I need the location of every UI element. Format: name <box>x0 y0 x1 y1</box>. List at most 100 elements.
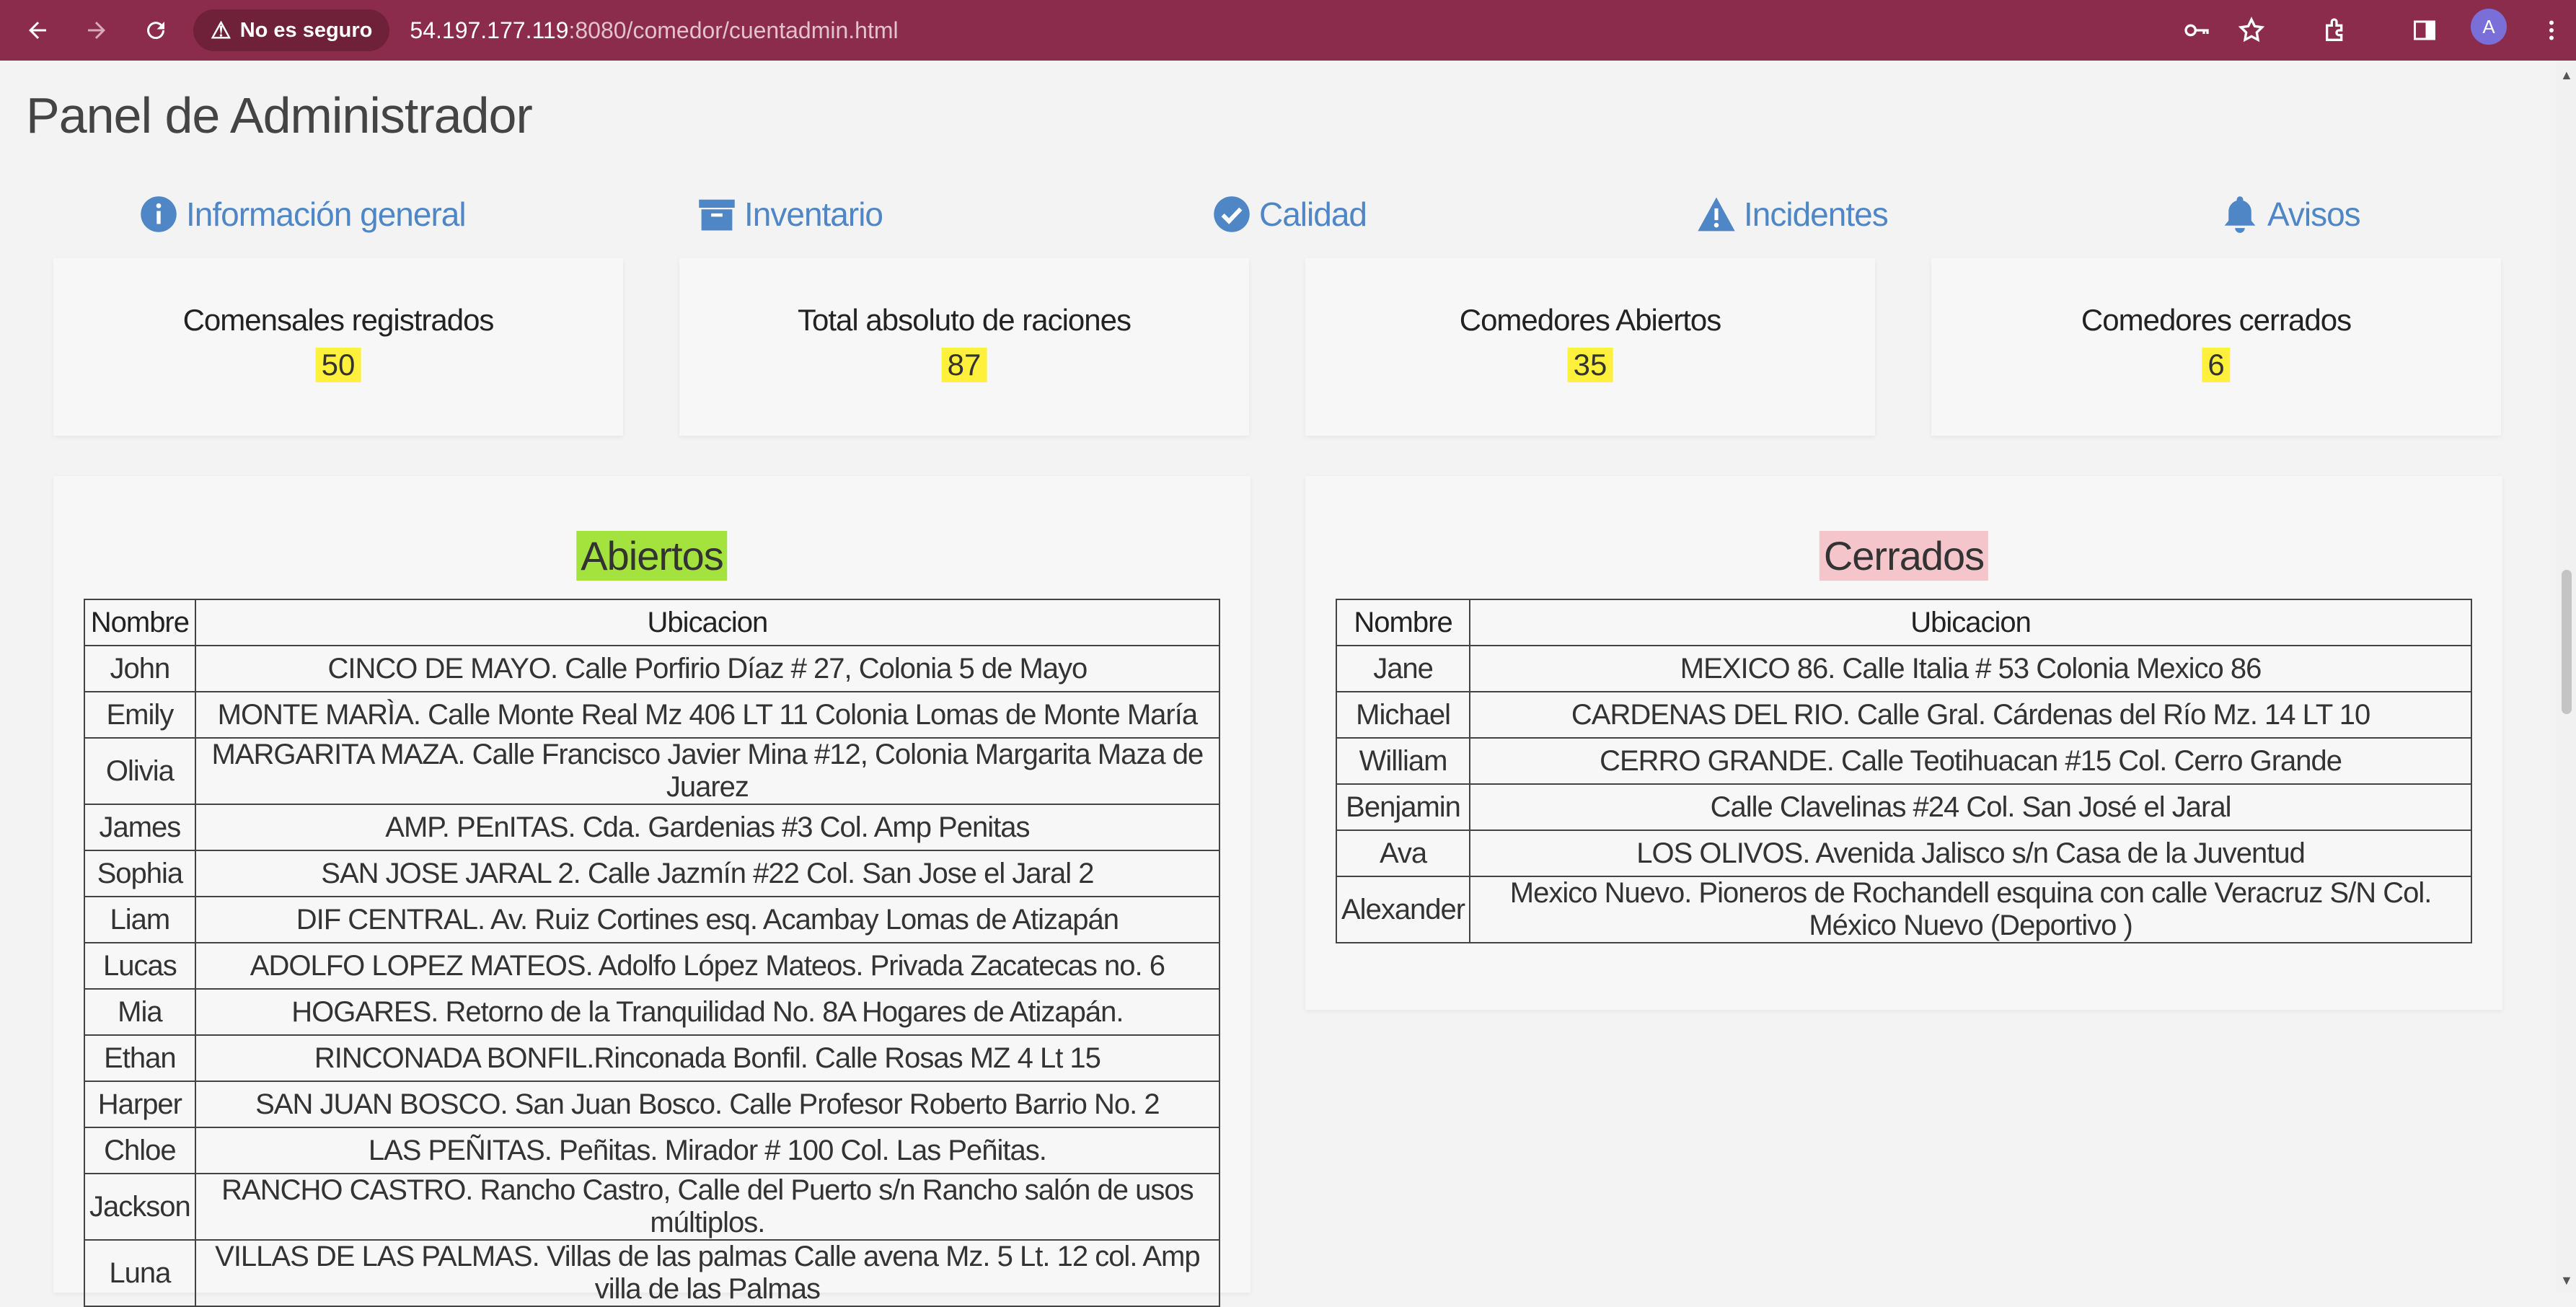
table-row: Olivia MARGARITA MAZA. Calle Francisco Ja… <box>84 737 1221 805</box>
side-panel-icon[interactable] <box>2404 10 2445 50</box>
table-row: Jackson RANCHO CASTRO. Rancho Castro, Cal… <box>84 1173 1221 1241</box>
cell-location: RANCHO CASTRO. Rancho Castro, Calle del … <box>194 1173 1221 1241</box>
cell-location: SAN JOSE JARAL 2. Calle Jazmín #22 Col. … <box>194 850 1221 897</box>
star-icon[interactable] <box>2231 10 2272 50</box>
table-row: Lucas ADOLFO LOPEZ MATEOS. Adolfo López M… <box>84 942 1221 990</box>
cell-location: LAS PEÑITAS. Peñitas. Mirador # 100 Col.… <box>194 1127 1221 1174</box>
table-row: Alexander Mexico Nuevo. Pioneros de Rocha… <box>1335 876 2472 943</box>
table-row: James AMP. PEnITAS. Cda. Gardenias #3 Col… <box>84 804 1221 851</box>
warning-triangle-icon <box>1696 194 1737 234</box>
bell-icon <box>2220 194 2260 234</box>
table-row: Michael CARDENAS DEL RIO. Calle Gral. Cár… <box>1335 691 2472 739</box>
cell-location: VILLAS DE LAS PALMAS. Villas de las palm… <box>194 1239 1221 1307</box>
forward-arrow-icon[interactable] <box>74 7 120 53</box>
reload-icon[interactable] <box>133 7 179 53</box>
key-icon[interactable] <box>2176 10 2217 50</box>
scroll-down-arrow-icon[interactable]: ▼ <box>2560 1273 2573 1288</box>
cell-location: DIF CENTRAL. Av. Ruiz Cortines esq. Acam… <box>194 896 1221 943</box>
table-row: Mia HOGARES. Retorno de la Tranquilidad N… <box>84 988 1221 1036</box>
cell-location: Calle Clavelinas #24 Col. San José el Ja… <box>1469 783 2472 831</box>
open-canteens-table: Nombre Ubicacion John CINCO DE MAYO. Call… <box>84 599 1221 1307</box>
table-row: Ethan RINCONADA BONFIL.Rinconada Bonfil. … <box>84 1034 1221 1082</box>
closed-canteens-panel: Cerrados Nombre Ubicacion Jane MEXICO 86.… <box>1305 476 2502 1010</box>
cell-location: HOGARES. Retorno de la Tranquilidad No. … <box>194 988 1221 1036</box>
tab-label: Calidad <box>1259 195 1367 233</box>
cell-name: Chloe <box>84 1127 196 1174</box>
cell-name: Emily <box>84 691 196 739</box>
tab-label: Inventario <box>744 195 883 233</box>
address-bar[interactable]: ⚠ No es seguro 54.197.177.119:8080/comed… <box>193 4 2285 56</box>
stat-value: 50 <box>315 348 361 382</box>
cell-name: Harper <box>84 1081 196 1128</box>
security-chip[interactable]: ⚠ No es seguro <box>193 9 390 51</box>
tab-label: Avisos <box>2267 195 2361 233</box>
header-nombre: Nombre <box>1335 599 1471 646</box>
stat-card-comensales: Comensales registrados 50 <box>53 258 623 436</box>
header-nombre: Nombre <box>84 599 196 646</box>
stat-card-raciones: Total absoluto de raciones 87 <box>679 258 1249 436</box>
extensions-icon[interactable] <box>2316 10 2357 50</box>
url-host: 54.197.177.119 <box>410 17 569 43</box>
header-ubicacion: Ubicacion <box>194 599 1221 646</box>
tab-inventario[interactable]: Inventario <box>697 189 883 239</box>
cell-name: John <box>84 645 196 692</box>
browser-toolbar: ⚠ No es seguro 54.197.177.119:8080/comed… <box>0 0 2576 61</box>
cell-name: Luna <box>84 1239 196 1307</box>
cell-name: Mia <box>84 988 196 1036</box>
table-row: Liam DIF CENTRAL. Av. Ruiz Cortines esq. … <box>84 896 1221 943</box>
back-arrow-icon[interactable] <box>14 7 61 53</box>
cell-name: Benjamin <box>1335 783 1471 831</box>
cell-location: LOS OLIVOS. Avenida Jalisco s/n Casa de … <box>1469 829 2472 877</box>
table-row: Jane MEXICO 86. Calle Italia # 53 Colonia… <box>1335 645 2472 692</box>
tab-avisos[interactable]: Avisos <box>2220 189 2361 239</box>
profile-avatar[interactable]: A <box>2471 9 2507 45</box>
menu-kebab-icon[interactable] <box>2531 10 2572 50</box>
stat-card-comedores-abiertos: Comedores Abiertos 35 <box>1305 258 1875 436</box>
tab-calidad[interactable]: Calidad <box>1212 189 1367 239</box>
cell-location: Mexico Nuevo. Pioneros de Rochandell esq… <box>1469 876 2472 943</box>
info-icon <box>138 194 179 234</box>
stat-value: 87 <box>941 348 987 382</box>
table-row: Benjamin Calle Clavelinas #24 Col. San Jo… <box>1335 783 2472 831</box>
cell-location: CERRO GRANDE. Calle Teotihuacan #15 Col.… <box>1469 737 2472 785</box>
stat-value: 6 <box>2202 348 2231 382</box>
cell-name: Liam <box>84 896 196 943</box>
stat-label: Comensales registrados <box>182 303 495 337</box>
table-row: Emily MONTE MARÌA. Calle Monte Real Mz 40… <box>84 691 1221 739</box>
url-text[interactable]: 54.197.177.119:8080/comedor/cuentadmin.h… <box>410 17 898 44</box>
table-row: Sophia SAN JOSE JARAL 2. Calle Jazmín #22… <box>84 850 1221 897</box>
cell-name: Sophia <box>84 850 196 897</box>
scroll-up-arrow-icon[interactable]: ▲ <box>2560 68 2573 83</box>
header-ubicacion: Ubicacion <box>1469 599 2472 646</box>
cell-name: James <box>84 804 196 851</box>
stat-label: Total absoluto de raciones <box>798 303 1132 337</box>
table-header-row: Nombre Ubicacion <box>1335 599 2472 646</box>
tab-label: Incidentes <box>1744 195 1889 233</box>
table-row: Luna VILLAS DE LAS PALMAS. Villas de las … <box>84 1239 1221 1307</box>
table-header-row: Nombre Ubicacion <box>84 599 1221 646</box>
cell-name: Ethan <box>84 1034 196 1082</box>
table-row: Ava LOS OLIVOS. Avenida Jalisco s/n Casa … <box>1335 829 2472 877</box>
stat-value: 35 <box>1567 348 1613 382</box>
open-canteens-panel: Abiertos Nombre Ubicacion John CINCO DE M… <box>53 476 1250 1307</box>
cell-location: CARDENAS DEL RIO. Calle Gral. Cárdenas d… <box>1469 691 2472 739</box>
cell-location: AMP. PEnITAS. Cda. Gardenias #3 Col. Amp… <box>194 804 1221 851</box>
archive-box-icon <box>697 194 737 234</box>
cell-location: ADOLFO LOPEZ MATEOS. Adolfo López Mateos… <box>194 942 1221 990</box>
scroll-thumb[interactable] <box>2562 570 2572 714</box>
cell-location: MEXICO 86. Calle Italia # 53 Colonia Mex… <box>1469 645 2472 692</box>
vertical-scrollbar[interactable]: ▲ ▼ <box>2556 61 2576 1293</box>
table-row: Harper SAN JUAN BOSCO. San Juan Bosco. Ca… <box>84 1081 1221 1128</box>
cell-name: Jane <box>1335 645 1471 692</box>
cell-name: Jackson <box>84 1173 196 1241</box>
table-row: John CINCO DE MAYO. Calle Porfirio Díaz #… <box>84 645 1221 692</box>
cell-name: Michael <box>1335 691 1471 739</box>
cell-location: MARGARITA MAZA. Calle Francisco Javier M… <box>194 737 1221 805</box>
cell-location: RINCONADA BONFIL.Rinconada Bonfil. Calle… <box>194 1034 1221 1082</box>
cell-location: SAN JUAN BOSCO. San Juan Bosco. Calle Pr… <box>194 1081 1221 1128</box>
tab-incidentes[interactable]: Incidentes <box>1696 189 1889 239</box>
check-circle-icon <box>1212 194 1252 234</box>
tab-informacion-general[interactable]: Información general <box>138 189 467 239</box>
stat-label: Comedores cerrados <box>2081 303 2352 337</box>
stat-label: Comedores Abiertos <box>1459 303 1722 337</box>
